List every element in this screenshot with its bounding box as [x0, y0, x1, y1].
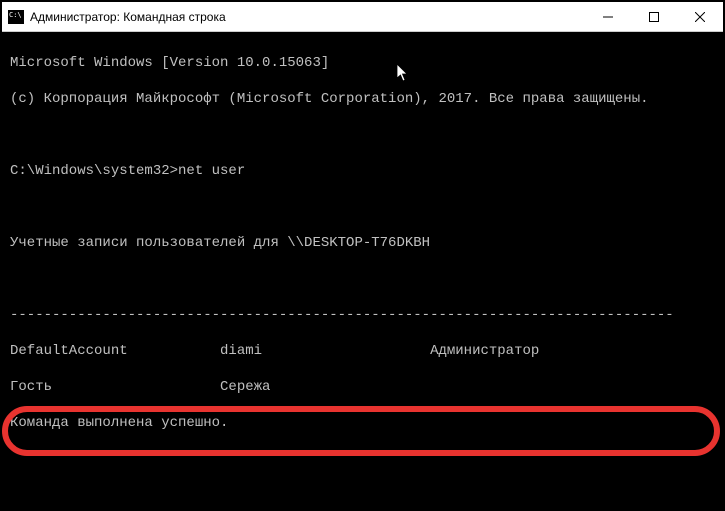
output-line: Учетные записи пользователей для \\DESKT… [10, 234, 715, 252]
minimize-button[interactable] [585, 2, 631, 31]
terminal-output[interactable]: Microsoft Windows [Version 10.0.15063] (… [2, 32, 723, 509]
output-line: Гость Сережа [10, 378, 715, 396]
prompt-line: C:\Windows\system32>net user [10, 162, 715, 180]
maximize-button[interactable] [631, 2, 677, 31]
output-line [10, 126, 715, 144]
titlebar: Администратор: Командная строка [2, 2, 723, 32]
output-line: Microsoft Windows [Version 10.0.15063] [10, 54, 715, 72]
window-controls [585, 2, 723, 31]
output-line: (c) Корпорация Майкрософт (Microsoft Cor… [10, 90, 715, 108]
output-line: Команда выполнена успешно. [10, 414, 715, 432]
cmd-icon [8, 10, 24, 24]
close-button[interactable] [677, 2, 723, 31]
output-line: DefaultAccount diami Администратор [10, 342, 715, 360]
output-line: ----------------------------------------… [10, 306, 715, 324]
window-title: Администратор: Командная строка [30, 10, 585, 24]
output-line [10, 450, 715, 468]
output-line [10, 486, 715, 504]
output-line [10, 270, 715, 288]
output-line [10, 198, 715, 216]
